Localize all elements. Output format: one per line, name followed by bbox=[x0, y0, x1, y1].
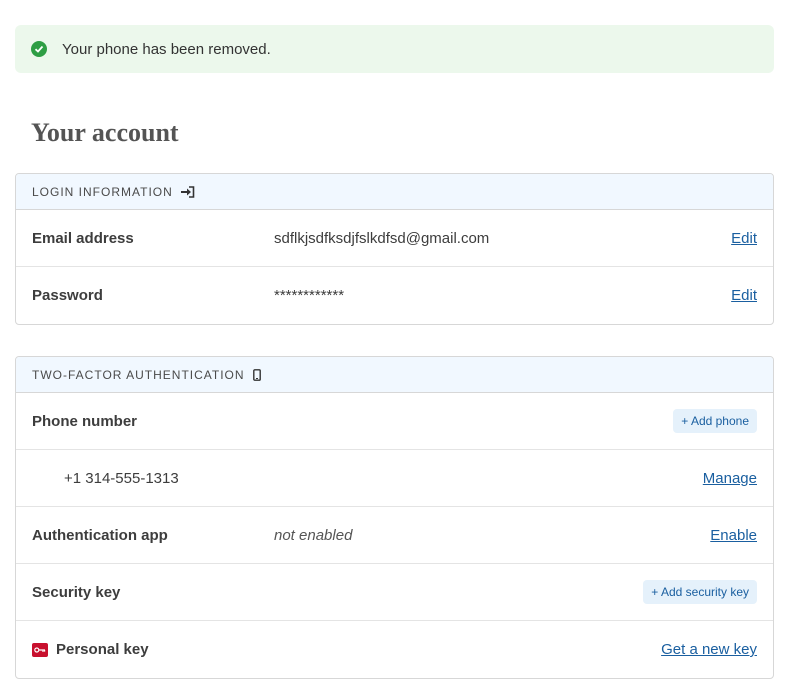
key-icon bbox=[32, 642, 48, 657]
edit-password-link[interactable]: Edit bbox=[731, 287, 757, 304]
login-information-card: LOGIN INFORMATION Email address sdflkjsd… bbox=[15, 173, 774, 325]
password-value: ************ bbox=[274, 287, 345, 304]
success-alert: Your phone has been removed. bbox=[15, 25, 774, 73]
password-row: Password ************ Edit bbox=[16, 267, 773, 324]
auth-app-row: Authentication app not enabled Enable bbox=[16, 507, 773, 564]
auth-app-status: not enabled bbox=[274, 526, 353, 544]
personal-key-row: Personal key Get a new key bbox=[16, 621, 773, 678]
enable-auth-app-link[interactable]: Enable bbox=[710, 527, 757, 544]
email-label: Email address bbox=[32, 229, 134, 247]
phone-entry-row: +1 314-555-1313 Manage bbox=[16, 450, 773, 507]
auth-app-label: Authentication app bbox=[32, 526, 168, 544]
security-key-label: Security key bbox=[32, 583, 121, 601]
personal-key-label: Personal key bbox=[56, 641, 149, 658]
login-information-header: LOGIN INFORMATION bbox=[16, 174, 773, 210]
two-factor-header: TWO-FACTOR AUTHENTICATION bbox=[16, 357, 773, 393]
two-factor-title: TWO-FACTOR AUTHENTICATION bbox=[32, 367, 245, 382]
email-row: Email address sdflkjsdfksdjfslkdfsd@gmai… bbox=[16, 210, 773, 267]
edit-email-link[interactable]: Edit bbox=[731, 230, 757, 247]
add-phone-button[interactable]: + Add phone bbox=[673, 409, 757, 433]
mobile-phone-icon bbox=[252, 368, 261, 381]
password-label: Password bbox=[32, 287, 103, 304]
sign-in-icon bbox=[180, 185, 195, 198]
two-factor-card: TWO-FACTOR AUTHENTICATION Phone number +… bbox=[15, 356, 774, 679]
get-new-key-link[interactable]: Get a new key bbox=[661, 641, 757, 658]
check-circle-icon bbox=[31, 41, 47, 57]
alert-message: Your phone has been removed. bbox=[62, 40, 271, 58]
phone-number-row: Phone number + Add phone bbox=[16, 393, 773, 450]
login-information-title: LOGIN INFORMATION bbox=[32, 184, 173, 199]
phone-number-value: +1 314-555-1313 bbox=[64, 469, 179, 487]
phone-number-label: Phone number bbox=[32, 412, 138, 430]
security-key-row: Security key + Add security key bbox=[16, 564, 773, 621]
email-value: sdflkjsdfksdjfslkdfsd@gmail.com bbox=[274, 229, 490, 247]
page-title: Your account bbox=[31, 118, 179, 147]
manage-phone-link[interactable]: Manage bbox=[703, 470, 757, 487]
add-security-key-button[interactable]: + Add security key bbox=[643, 580, 757, 604]
